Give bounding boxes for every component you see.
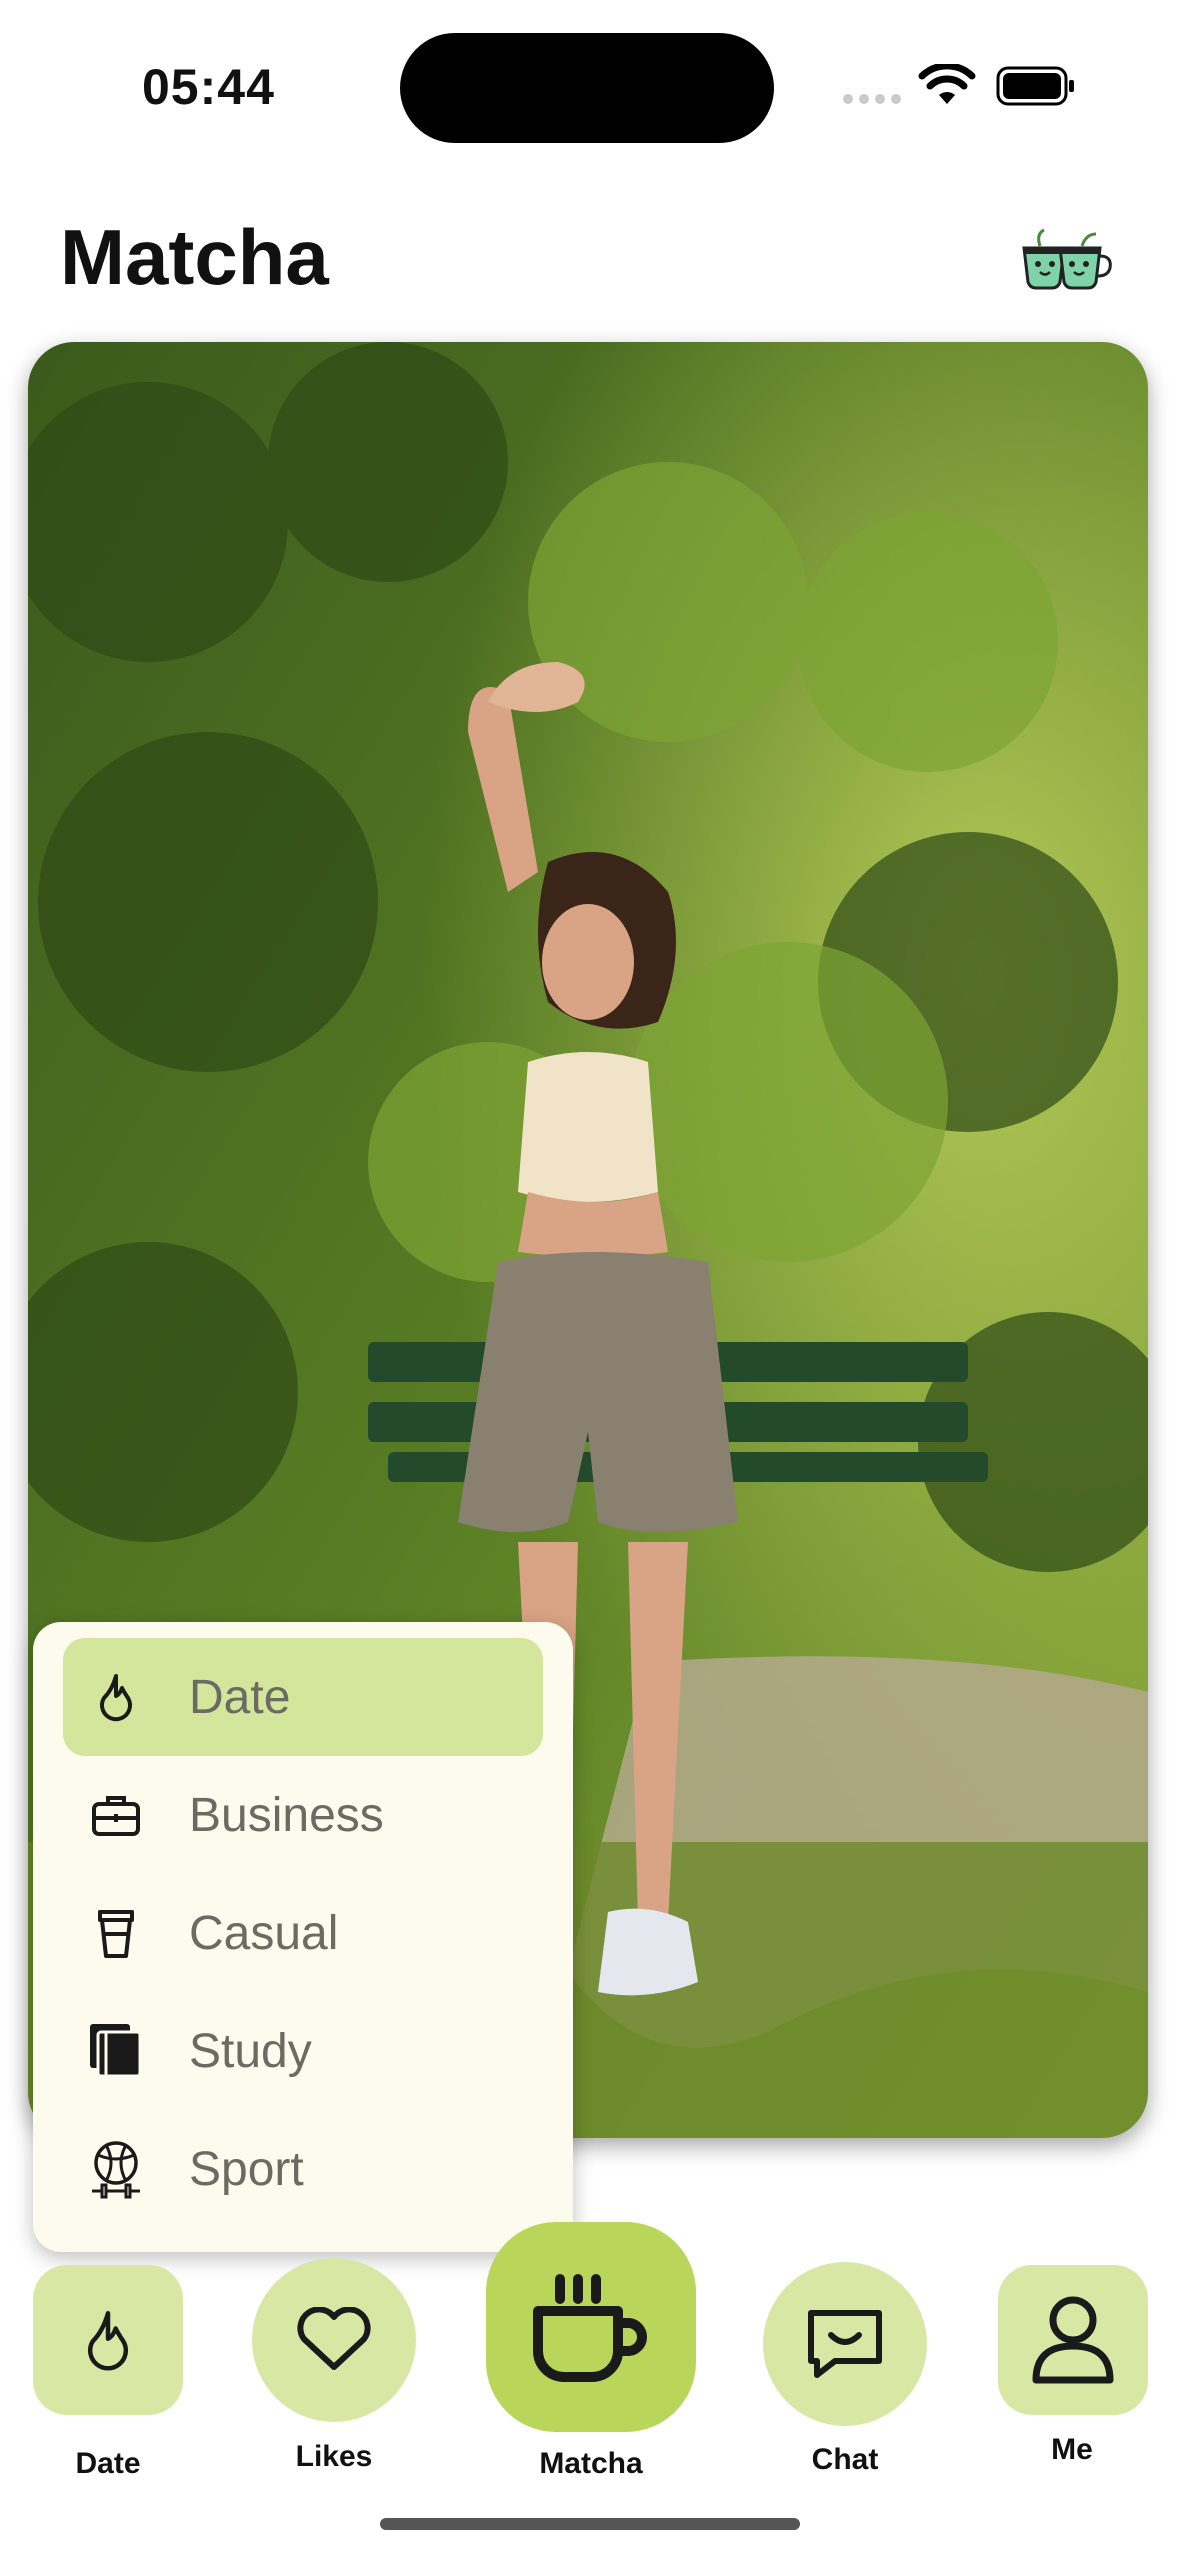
menu-item-business[interactable]: Business [63, 1756, 543, 1874]
nav-matcha-button[interactable] [486, 2222, 696, 2432]
books-icon [83, 2018, 149, 2084]
nav-likes-label: Likes [295, 2440, 373, 2473]
category-menu: Date Business Casual Study Sport [33, 1622, 573, 2252]
menu-item-study[interactable]: Study [63, 1992, 543, 2110]
chat-icon [808, 2310, 882, 2378]
menu-item-casual[interactable]: Casual [63, 1874, 543, 1992]
menu-item-sport[interactable]: Sport [63, 2110, 543, 2228]
cellular-signal-icon [843, 94, 901, 104]
ball-icon [83, 2136, 149, 2202]
menu-item-label: Sport [189, 2142, 304, 2196]
drop-icon [83, 1664, 149, 1730]
nav-likes-button[interactable] [252, 2258, 416, 2422]
matcha-cups-logo-icon[interactable] [1020, 228, 1112, 290]
wifi-icon [918, 64, 976, 104]
nav-date-button[interactable] [33, 2265, 183, 2415]
briefcase-icon [83, 1782, 149, 1848]
person-icon [1032, 2296, 1114, 2384]
menu-item-label: Casual [189, 1906, 339, 1960]
home-indicator[interactable] [380, 2518, 800, 2530]
nav-date-label: Date [75, 2447, 141, 2480]
nav-matcha-label: Matcha [539, 2447, 643, 2480]
menu-item-label: Business [189, 1788, 384, 1842]
nav-me-button[interactable] [998, 2265, 1148, 2415]
menu-item-label: Study [189, 2024, 312, 2078]
nav-chat-button[interactable] [763, 2262, 927, 2426]
status-time: 05:44 [142, 59, 275, 115]
menu-item-date[interactable]: Date [63, 1638, 543, 1756]
nav-me-label: Me [1051, 2433, 1093, 2466]
dynamic-island [400, 33, 774, 143]
menu-item-label: Date [189, 1670, 291, 1724]
heart-icon [297, 2307, 371, 2370]
battery-icon [996, 66, 1074, 106]
mug-icon [533, 2274, 647, 2382]
page-title: Matcha [60, 213, 329, 301]
nav-chat-label: Chat [811, 2443, 879, 2476]
cup-icon [83, 1900, 149, 1966]
drop-icon [87, 2311, 129, 2371]
